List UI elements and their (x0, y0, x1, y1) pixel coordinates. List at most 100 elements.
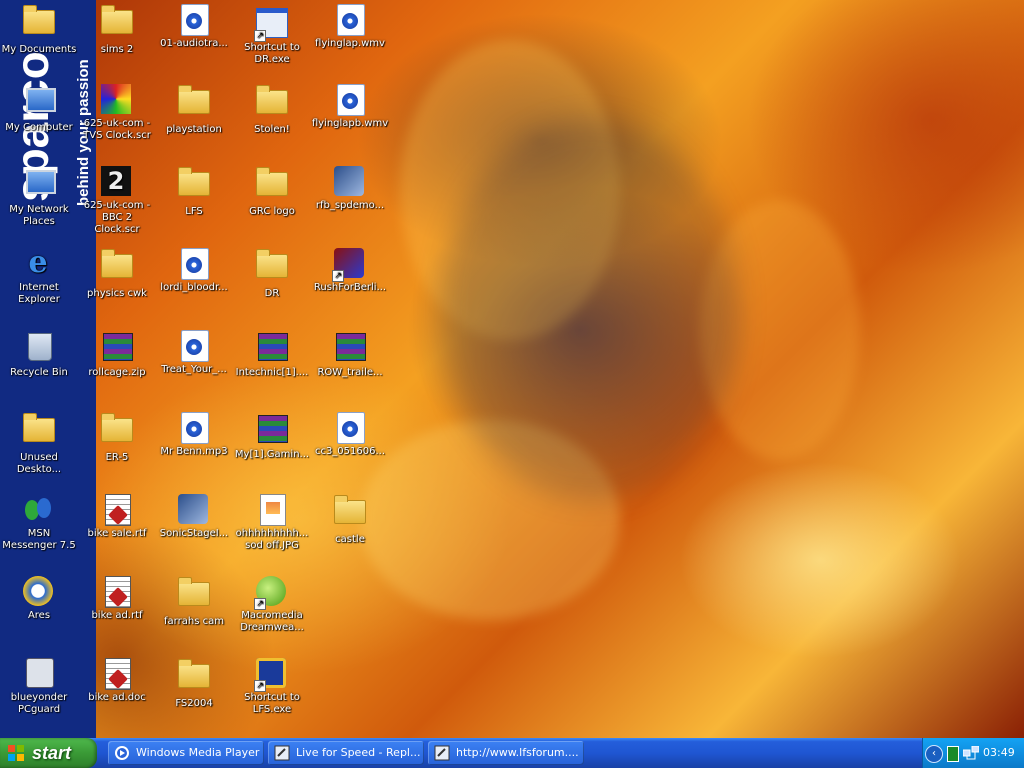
folder-icon (334, 495, 366, 532)
icon-label: Internet Explorer (18, 282, 60, 305)
folder-icon (101, 5, 133, 42)
icon-label: LFS (185, 206, 203, 217)
icon-label: 01-audiotra... (160, 38, 228, 49)
folder-icon (178, 85, 210, 122)
tray-app-icon[interactable] (947, 746, 959, 762)
desktop-icon-my-network-places[interactable]: My Network Places (0, 166, 78, 228)
icon-label: physics cwk (87, 288, 147, 299)
desktop-icon-tvs-clock[interactable]: 625-uk-com - TVS Clock.scr (78, 84, 156, 142)
icon-label: My Documents (1, 44, 77, 55)
shortcut-exe-icon (254, 8, 288, 42)
desktop-icon-castle[interactable]: castle (311, 494, 389, 546)
media-player-icon (115, 746, 129, 760)
desktop-icon-bike-ad-rtf[interactable]: bike ad.rtf (78, 576, 156, 622)
recycle-bin-icon (23, 333, 55, 365)
media-file-icon (178, 330, 210, 362)
media-file-icon (178, 412, 210, 444)
web-page-icon (434, 745, 450, 761)
icon-label: playstation (166, 124, 222, 135)
icon-label: My Network Places (9, 204, 69, 227)
desktop-icon-treat-your[interactable]: Treat_Your_... (155, 330, 233, 376)
desktop-icon-bbc2-clock[interactable]: 2 625-uk-com - BBC 2 Clock.scr (78, 166, 156, 236)
task-label: http://www.lfsforum.... (456, 746, 579, 759)
task-lfsforum-browser[interactable]: http://www.lfsforum.... (428, 741, 584, 765)
start-button[interactable]: start (0, 738, 97, 768)
icon-label: flyinglapb.wmv (311, 118, 389, 129)
desktop-icon-farrahs-cam[interactable]: farrahs cam (155, 576, 233, 628)
desktop-icon-flyinglapb[interactable]: flyinglapb.wmv (311, 84, 389, 130)
desktop-icon-pcguard[interactable]: blueyonder PCguard (0, 658, 78, 716)
lfs-replay-icon (274, 745, 290, 761)
desktop-icon-row-trailer[interactable]: ROW_traile... (311, 330, 389, 379)
clock[interactable]: 03:49 (983, 738, 1015, 768)
desktop-icon-sims-2[interactable]: sims 2 (78, 4, 156, 56)
desktop-icon-ares[interactable]: Ares (0, 576, 78, 622)
desktop-icon-rfb-spdemo[interactable]: rfb_spdemo... (311, 166, 389, 212)
desktop-icon-bike-sale-rtf[interactable]: bike sale.rtf (78, 494, 156, 540)
icon-label: DR (264, 288, 280, 299)
task-live-for-speed[interactable]: Live for Speed - Repl... (268, 741, 424, 765)
tray-expand-chevron-icon[interactable]: ‹ (925, 745, 943, 763)
desktop-icon-my-documents[interactable]: My Documents (0, 4, 78, 56)
desktop-icon-lordi[interactable]: lordi_bloodr... (155, 248, 233, 294)
desktop-icon-rush-for-berlin[interactable]: RushForBerli... (311, 248, 389, 294)
desktop-icon-stolen[interactable]: Stolen! (233, 84, 311, 136)
sonicstage-icon (178, 494, 210, 526)
task-windows-media-player[interactable]: Windows Media Player (108, 741, 264, 765)
folder-icon (178, 659, 210, 696)
desktop-icon-mr-benn[interactable]: Mr Benn.mp3 (155, 412, 233, 458)
icon-label: bike sale.rtf (87, 528, 147, 539)
desktop-icon-physics-cwk[interactable]: physics cwk (78, 248, 156, 300)
screensaver-icon (101, 84, 133, 116)
icon-label: ohhhhhhhhh... sod off.JPG (235, 528, 309, 551)
network-places-icon (23, 170, 56, 202)
desktop-icon-sod-off-jpg[interactable]: ohhhhhhhhh... sod off.JPG (233, 494, 311, 552)
folder-icon (256, 249, 288, 286)
icon-label: castle (335, 534, 365, 545)
icon-label: MSN Messenger 7.5 (2, 528, 76, 551)
desktop-icon-shortcut-lfs[interactable]: Shortcut to LFS.exe (233, 658, 311, 716)
sonicstage-icon (334, 166, 366, 198)
icon-label: rollcage.zip (88, 367, 146, 378)
archive-icon (256, 415, 288, 447)
task-label: Live for Speed - Repl... (296, 746, 421, 759)
desktop-icon-cc3[interactable]: cc3_051606... (311, 412, 389, 458)
icon-label: Treat_Your_... (161, 364, 227, 375)
desktop-icon-sonicstage[interactable]: SonicStageI... (155, 494, 233, 540)
desktop-icon-playstation[interactable]: playstation (155, 84, 233, 136)
icon-label: My Computer (5, 122, 73, 133)
desktop-icon-er-5[interactable]: ER-5 (78, 412, 156, 464)
icon-label: blueyonder PCguard (10, 692, 68, 715)
msn-messenger-icon (23, 494, 55, 526)
network-connection-icon[interactable] (963, 746, 979, 760)
desktop-icon-my-computer[interactable]: My Computer (0, 84, 78, 134)
desktop-icon-lfs-folder[interactable]: LFS (155, 166, 233, 218)
desktop-icon-dr-folder[interactable]: DR (233, 248, 311, 300)
desktop-icon-grc-logo[interactable]: GRC logo (233, 166, 311, 218)
desktop-icon-audiotrack[interactable]: 01-audiotra... (155, 4, 233, 50)
icon-label: bike ad.rtf (91, 610, 143, 621)
lock-icon (23, 658, 55, 690)
lfs-icon (254, 658, 288, 692)
icon-label: ROW_traile... (317, 367, 383, 378)
icon-label: Recycle Bin (10, 367, 68, 378)
desktop-icon-intechnic[interactable]: Intechnic[1].... (233, 330, 311, 379)
desktop-icon-dreamweaver[interactable]: Macromedia Dreamwea... (233, 576, 311, 634)
desktop-icon-bike-ad-doc[interactable]: bike ad.doc (78, 658, 156, 704)
folder-icon (101, 249, 133, 286)
desktop-icon-my-gaming[interactable]: My[1].Gamin... (233, 412, 311, 461)
icon-label: FS2004 (175, 698, 213, 709)
desktop-icon-flyinglap[interactable]: flyinglap.wmv (311, 4, 389, 50)
desktop-icon-rollcage-zip[interactable]: rollcage.zip (78, 330, 156, 379)
icon-label: Shortcut to DR.exe (244, 42, 300, 65)
desktop-icon-fs2004[interactable]: FS2004 (155, 658, 233, 710)
desktop-icon-internet-explorer[interactable]: e Internet Explorer (0, 248, 78, 306)
start-label: start (32, 743, 72, 763)
icon-label: 625-uk-com - TVS Clock.scr (83, 118, 151, 141)
desktop-icon-msn-messenger[interactable]: MSN Messenger 7.5 (0, 494, 78, 552)
desktop-icon-recycle-bin[interactable]: Recycle Bin (0, 330, 78, 379)
desktop-icon-unused-desktop[interactable]: Unused Deskto... (0, 412, 78, 476)
folder-icon (178, 167, 210, 204)
icon-label: farrahs cam (164, 616, 224, 627)
desktop-icon-shortcut-dr[interactable]: Shortcut to DR.exe (233, 4, 311, 66)
